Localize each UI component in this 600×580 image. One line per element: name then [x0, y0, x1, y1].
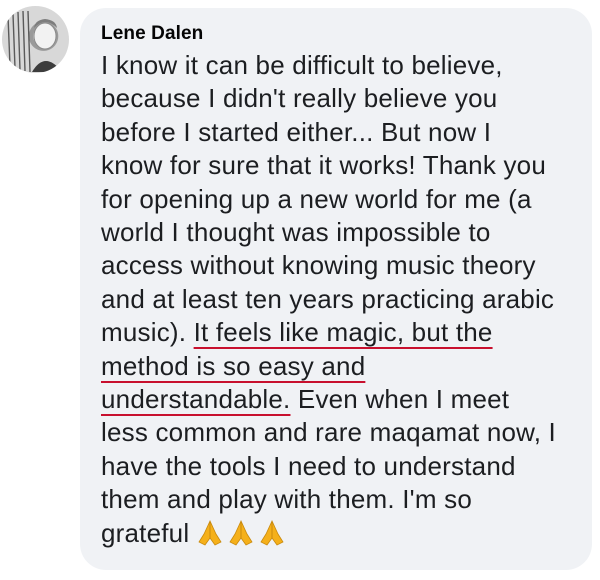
underlined-highlight: understandable. [101, 384, 291, 415]
comment-line: method is so easy and [101, 350, 574, 383]
comment-line: access without knowing music theory [101, 250, 536, 281]
comment-text-segment: grateful [101, 517, 190, 548]
comment-line: world I thought was impossible to [101, 217, 491, 248]
comment-line: and at least ten years practicing arabic [101, 283, 555, 314]
underlined-highlight: It feels like magic, but the [193, 317, 493, 348]
folded-hands-icon [198, 519, 222, 546]
comment-line: less common and rare maqamat now, I [101, 417, 556, 448]
comment-line: before I started either... But now I [101, 116, 492, 147]
folded-hands-icon [260, 519, 284, 546]
comment-line: have the tools I need to understand [101, 450, 516, 481]
comment-author[interactable]: Lene Dalen [101, 21, 574, 47]
comment-line: for opening up a new world for me (a [101, 183, 532, 214]
underlined-highlight: method is so easy and [101, 350, 366, 381]
comment-text-segment: music). [101, 317, 194, 348]
comment-line: music). It feels like magic, but the [101, 316, 574, 349]
comment-line: grateful [101, 517, 574, 550]
comment-line: know for sure that it works! Thank you [101, 150, 546, 181]
comment-bubble: Lene Dalen I know it can be difficult to… [80, 8, 592, 570]
comment-line: I know it can be difficult to believe, [101, 50, 503, 80]
emoji-group [195, 518, 287, 548]
comment-line: understandable. Even when I meet [101, 383, 574, 416]
comment-line: them and play with them. I'm so [101, 484, 472, 515]
avatar[interactable] [2, 6, 69, 73]
comment-text: I know it can be difficult to believe, b… [101, 49, 574, 550]
comment-line: because I didn't really believe you [101, 83, 498, 114]
comment-thread: Lene Dalen I know it can be difficult to… [0, 0, 600, 580]
folded-hands-icon [229, 519, 253, 546]
comment-text-segment: Even when I meet [290, 384, 510, 415]
avatar-photo [7, 10, 62, 73]
